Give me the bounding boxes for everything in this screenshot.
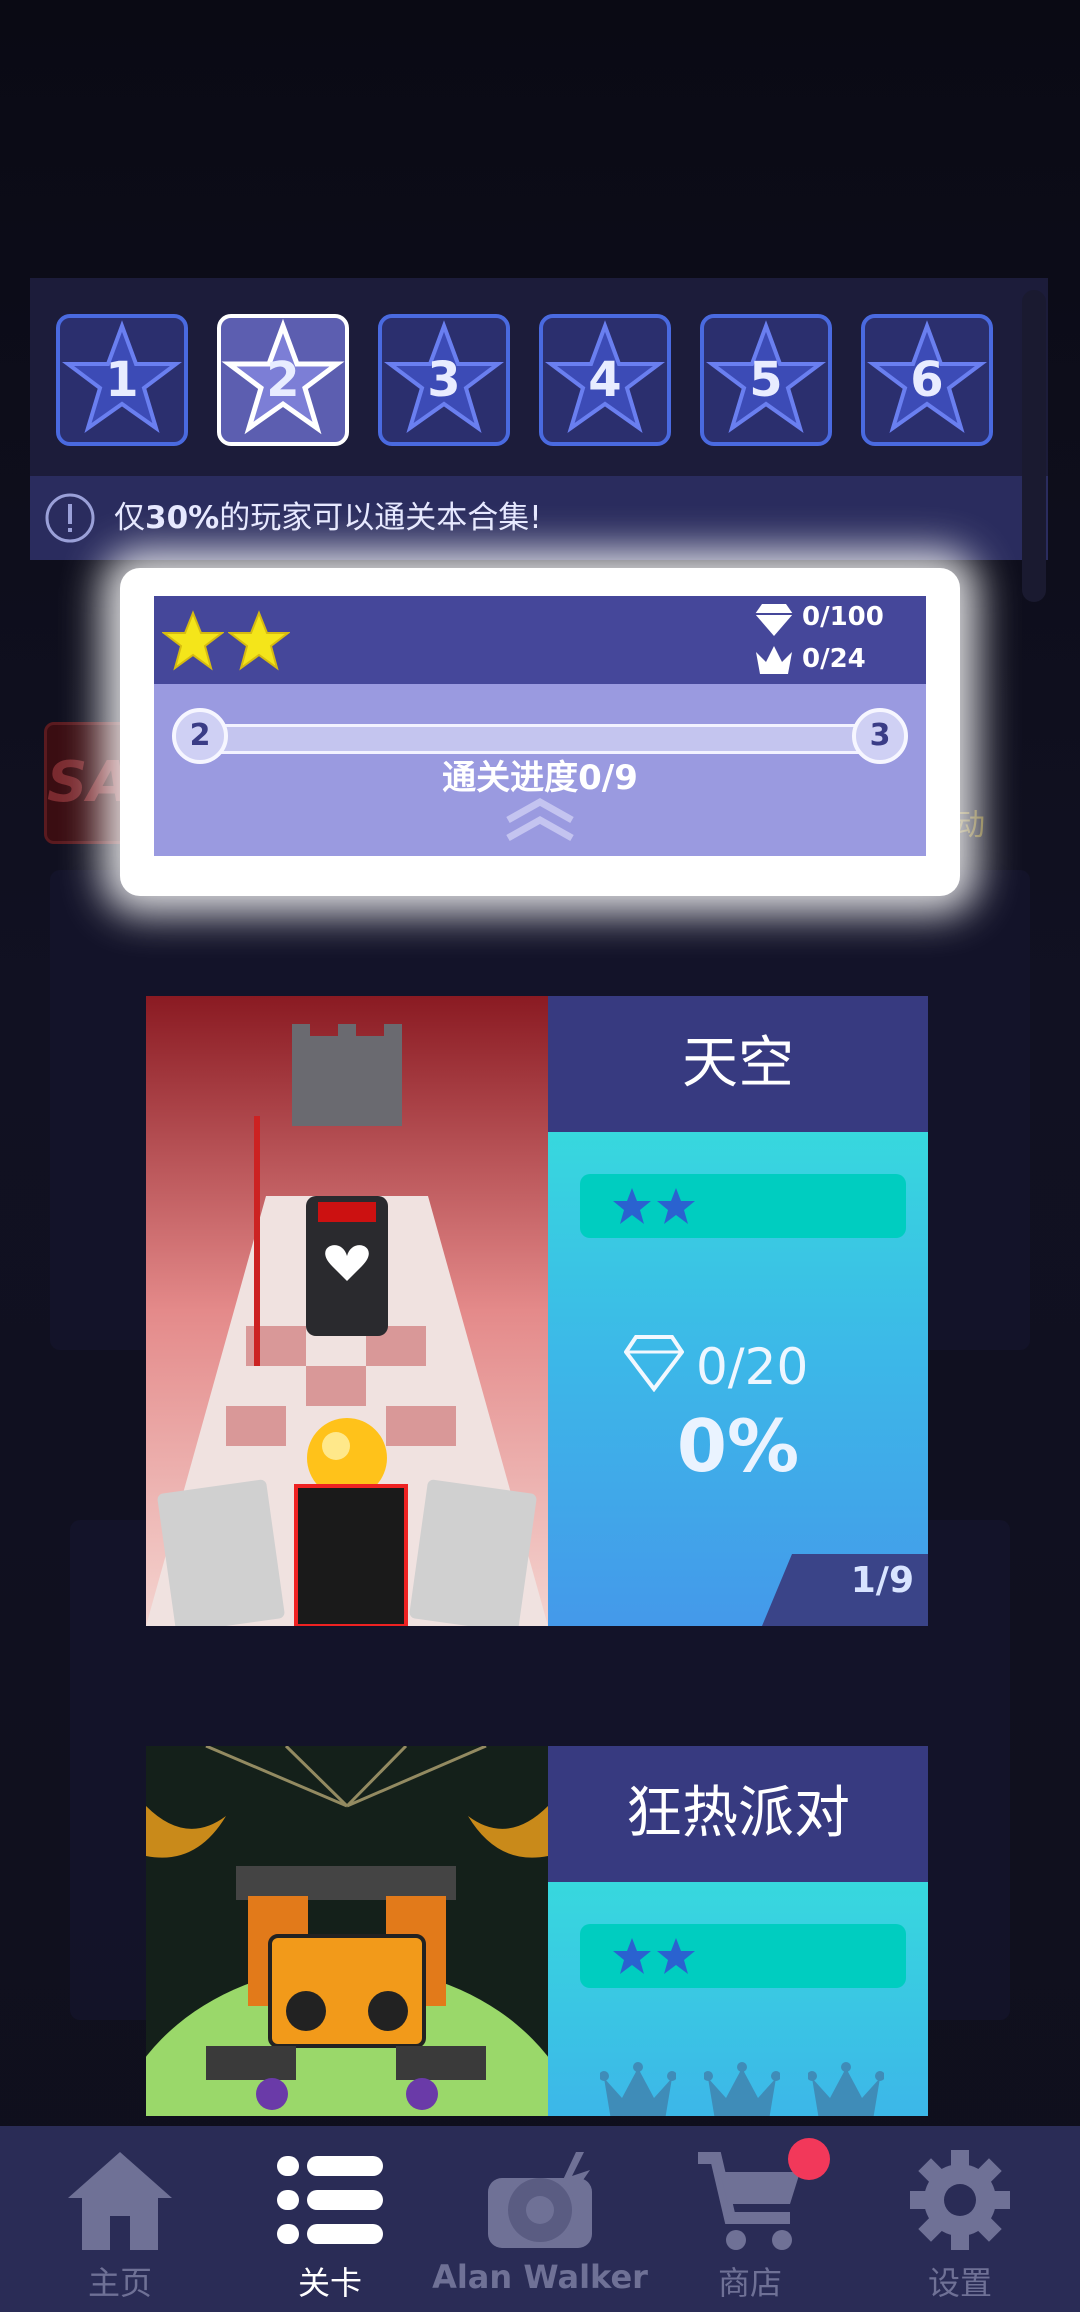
pack-selector-panel: 1 2 3 4 5 6 仅30%的玩家可以通关本合集! xyxy=(30,278,1048,560)
pack-tab-3[interactable]: 3 xyxy=(378,314,510,446)
pack-progress-text: 通关进度0/9 xyxy=(442,758,638,798)
pack-tab-6[interactable]: 6 xyxy=(861,314,993,446)
shop-notification-badge xyxy=(788,2138,830,2180)
pack-tab-1[interactable]: 1 xyxy=(56,314,188,446)
level-thumbnail xyxy=(146,996,548,1626)
nav-alan-walker[interactable]: Alan Walker xyxy=(432,2126,648,2312)
crown-icon xyxy=(756,646,792,674)
nav-alan-walker-label: Alan Walker xyxy=(432,2258,648,2296)
level-star-rating xyxy=(580,1924,906,1988)
vinyl-icon xyxy=(488,2152,592,2248)
pack-scrollbar[interactable] xyxy=(1022,290,1046,602)
level-index-badge: 1/9 xyxy=(762,1554,928,1626)
nav-levels-label: 关卡 xyxy=(297,2264,362,2302)
pack-tab-5[interactable]: 5 xyxy=(700,314,832,446)
level-crown-slots xyxy=(600,2062,890,2116)
level-card-sky[interactable]: 天空 0/20 0% 1/9 xyxy=(146,996,928,1626)
nav-settings[interactable]: 设置 xyxy=(852,2126,1068,2312)
level-title: 天空 xyxy=(548,996,928,1132)
level-thumbnail xyxy=(146,1746,548,2116)
diamond-icon xyxy=(623,1335,685,1393)
pack-tab-4[interactable]: 4 xyxy=(539,314,671,446)
pack-tabs: 1 2 3 4 5 6 xyxy=(56,314,993,446)
star-icon xyxy=(657,1938,695,1974)
pack-notice-text: 仅30%的玩家可以通关本合集! xyxy=(114,500,542,536)
star-icon xyxy=(228,610,290,671)
nav-shop-label: 商店 xyxy=(717,2264,782,2302)
level-info: 0/20 0% 1/9 xyxy=(548,1132,928,1626)
star-icon xyxy=(657,1188,695,1224)
pack-tab-2[interactable]: 2 xyxy=(217,314,349,446)
pack-number: 1 xyxy=(105,352,139,408)
pack-notice-bar: 仅30%的玩家可以通关本合集! xyxy=(30,476,1048,560)
pack-progress-card[interactable]: 0/100 0/24 2 3 通关进度0/9 xyxy=(154,596,926,856)
level-artwork-party xyxy=(146,1746,548,2116)
list-icon xyxy=(277,2156,383,2244)
gear-icon xyxy=(910,2150,1010,2250)
pack-number: 3 xyxy=(427,352,461,408)
pack-number: 6 xyxy=(910,352,944,408)
star-icon xyxy=(162,610,224,671)
level-diamond-count: 0/20 xyxy=(623,1334,884,1404)
level-artwork-castle xyxy=(146,996,548,1626)
level-info xyxy=(548,1882,928,2116)
bottom-navigation: 主页 关卡 Alan Walker 商店 设置 xyxy=(0,2126,1080,2312)
star-icon xyxy=(613,1188,651,1224)
crown-icon xyxy=(808,2062,884,2116)
nav-levels[interactable]: 关卡 xyxy=(222,2126,438,2312)
level-title: 狂热派对 xyxy=(548,1746,928,1882)
nav-settings-label: 设置 xyxy=(927,2264,992,2302)
crown-icon xyxy=(600,2062,676,2116)
level-percent: 0% xyxy=(676,1404,800,1488)
pack-number: 4 xyxy=(588,352,622,408)
background-sale-badge: SAL xyxy=(44,722,132,844)
pack-number: 5 xyxy=(749,352,783,408)
progress-card-header: 0/100 0/24 xyxy=(154,596,926,684)
chevron-up-icon[interactable] xyxy=(502,796,578,842)
nav-home[interactable]: 主页 xyxy=(12,2126,228,2312)
pack-number: 2 xyxy=(266,352,300,408)
star-icon xyxy=(613,1938,651,1974)
exclamation-icon xyxy=(45,493,95,543)
nav-home-label: 主页 xyxy=(87,2264,152,2302)
diamond-icon xyxy=(755,604,793,636)
crown-icon xyxy=(704,2062,780,2116)
level-card-party[interactable]: 狂热派对 xyxy=(146,1746,928,2116)
level-star-rating xyxy=(580,1174,906,1238)
home-icon xyxy=(68,2152,172,2250)
